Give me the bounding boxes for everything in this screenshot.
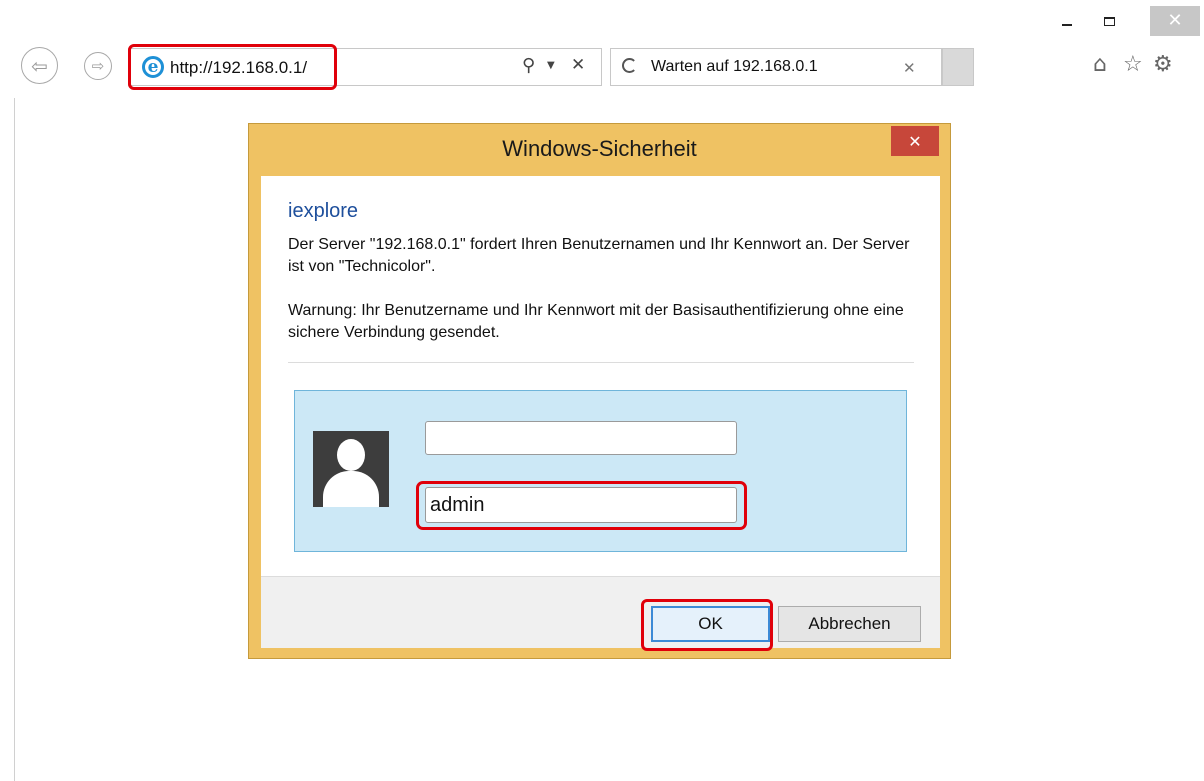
user-avatar-icon [313, 431, 389, 507]
minimize-button[interactable] [1047, 6, 1087, 36]
dialog-title: Windows-Sicherheit [502, 136, 697, 161]
forward-arrow-icon: ⇨ [91, 57, 105, 75]
home-icon[interactable]: ⌂ [1093, 52, 1107, 77]
security-dialog: Windows-Sicherheit ✕ iexplore Der Server… [248, 123, 951, 659]
forward-button[interactable]: ⇨ [84, 52, 112, 80]
star-icon[interactable]: ☆ [1123, 52, 1143, 77]
gear-icon[interactable]: ⚙ [1153, 52, 1173, 77]
stop-icon[interactable]: ✕ [571, 55, 585, 75]
url-text[interactable]: http://192.168.0.1/ [170, 58, 307, 78]
new-tab-button[interactable] [942, 48, 974, 86]
ie-logo-icon: e [142, 56, 164, 78]
window-close-button[interactable]: ✕ [1150, 6, 1200, 36]
search-icon[interactable]: ⚲ [522, 55, 535, 76]
username-input[interactable] [425, 421, 737, 455]
maximize-button[interactable] [1089, 6, 1129, 36]
tab-title: Warten auf 192.168.0.1 [651, 58, 818, 75]
server-message: Der Server "192.168.0.1" fordert Ihren B… [288, 236, 910, 275]
close-icon: ✕ [1167, 10, 1183, 31]
minimize-icon [1062, 24, 1072, 26]
security-warning: Warnung: Ihr Benutzername und Ihr Kennwo… [288, 302, 904, 341]
dialog-close-button[interactable]: ✕ [891, 126, 939, 156]
back-button[interactable]: ⇦ [21, 47, 58, 84]
tab-close-icon[interactable]: ✕ [903, 59, 916, 77]
cancel-button[interactable]: Abbrechen [778, 606, 921, 642]
close-icon: ✕ [908, 131, 922, 151]
chevron-down-icon[interactable]: ▼ [547, 60, 555, 71]
back-arrow-icon: ⇦ [31, 53, 48, 78]
page-left-edge [14, 98, 15, 781]
app-name: iexplore [288, 200, 359, 222]
password-highlight-box [416, 481, 747, 530]
dialog-body: iexplore Der Server "192.168.0.1" forder… [261, 176, 940, 651]
credential-panel: admin [294, 390, 907, 552]
dialog-footer: OK Abbrechen [261, 576, 940, 651]
maximize-icon [1103, 16, 1115, 26]
ok-highlight-box [641, 599, 773, 651]
divider [288, 362, 914, 363]
loading-spinner-icon [622, 58, 637, 73]
